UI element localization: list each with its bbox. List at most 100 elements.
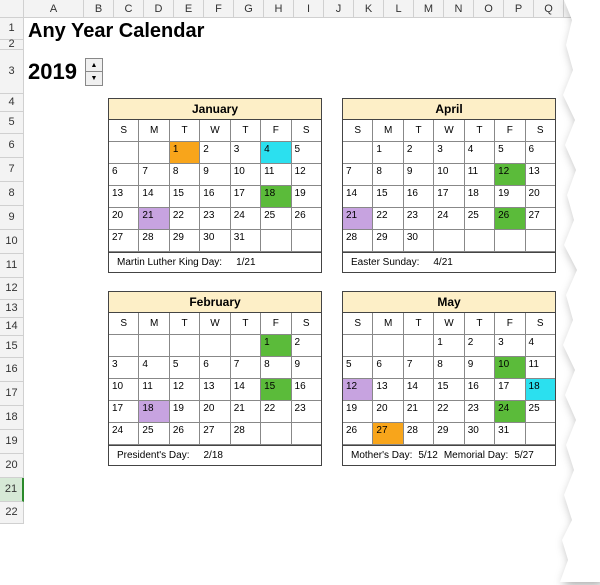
day-cell[interactable]: 8: [373, 164, 403, 186]
day-cell[interactable]: 14: [231, 379, 261, 401]
day-cell[interactable]: 30: [465, 423, 495, 445]
day-cell[interactable]: 13: [109, 186, 139, 208]
day-cell[interactable]: 4: [465, 142, 495, 164]
column-header[interactable]: F: [204, 0, 234, 17]
column-header[interactable]: B: [84, 0, 114, 17]
day-cell[interactable]: 29: [434, 423, 464, 445]
day-cell[interactable]: 9: [404, 164, 434, 186]
day-cell[interactable]: 1: [373, 142, 403, 164]
day-cell[interactable]: [109, 142, 139, 164]
day-cell[interactable]: 15: [434, 379, 464, 401]
day-cell[interactable]: 29: [373, 230, 403, 252]
day-cell[interactable]: 10: [109, 379, 139, 401]
day-cell[interactable]: 1: [434, 335, 464, 357]
row-header[interactable]: 16: [0, 358, 24, 382]
day-cell[interactable]: 22: [170, 208, 200, 230]
day-cell[interactable]: 22: [373, 208, 403, 230]
row-header[interactable]: 1: [0, 18, 24, 40]
column-header[interactable]: J: [324, 0, 354, 17]
day-cell[interactable]: 14: [404, 379, 434, 401]
day-cell[interactable]: 16: [465, 379, 495, 401]
day-cell[interactable]: 3: [495, 335, 525, 357]
day-cell[interactable]: 23: [465, 401, 495, 423]
day-cell[interactable]: 18: [465, 186, 495, 208]
day-cell[interactable]: 25: [139, 423, 169, 445]
row-header[interactable]: 15: [0, 336, 24, 358]
day-cell[interactable]: 4: [526, 335, 555, 357]
day-cell[interactable]: [261, 230, 291, 252]
day-cell[interactable]: [373, 335, 403, 357]
day-cell[interactable]: 16: [292, 379, 321, 401]
row-header[interactable]: 14: [0, 318, 24, 336]
day-cell[interactable]: 14: [139, 186, 169, 208]
day-cell[interactable]: 11: [261, 164, 291, 186]
day-cell[interactable]: [343, 335, 373, 357]
column-header[interactable]: H: [264, 0, 294, 17]
day-cell[interactable]: 7: [343, 164, 373, 186]
day-cell[interactable]: 8: [170, 164, 200, 186]
day-cell[interactable]: 13: [200, 379, 230, 401]
day-cell[interactable]: 2: [404, 142, 434, 164]
day-cell[interactable]: 12: [495, 164, 525, 186]
column-header[interactable]: N: [444, 0, 474, 17]
day-cell[interactable]: [526, 423, 555, 445]
day-cell[interactable]: [292, 423, 321, 445]
day-cell[interactable]: 12: [170, 379, 200, 401]
day-cell[interactable]: 21: [343, 208, 373, 230]
day-cell[interactable]: 20: [526, 186, 555, 208]
day-cell[interactable]: 30: [200, 230, 230, 252]
day-cell[interactable]: [292, 230, 321, 252]
day-cell[interactable]: 8: [434, 357, 464, 379]
row-header[interactable]: 21: [0, 478, 24, 502]
day-cell[interactable]: [139, 335, 169, 357]
day-cell[interactable]: 27: [373, 423, 403, 445]
day-cell[interactable]: 6: [373, 357, 403, 379]
day-cell[interactable]: 26: [292, 208, 321, 230]
day-cell[interactable]: [404, 335, 434, 357]
day-cell[interactable]: 14: [343, 186, 373, 208]
day-cell[interactable]: 18: [526, 379, 555, 401]
day-cell[interactable]: 2: [292, 335, 321, 357]
row-header[interactable]: 18: [0, 406, 24, 430]
day-cell[interactable]: 25: [261, 208, 291, 230]
day-cell[interactable]: 3: [109, 357, 139, 379]
column-header[interactable]: O: [474, 0, 504, 17]
day-cell[interactable]: [200, 335, 230, 357]
day-cell[interactable]: 17: [231, 186, 261, 208]
column-header[interactable]: M: [414, 0, 444, 17]
row-header[interactable]: 17: [0, 382, 24, 406]
day-cell[interactable]: 26: [343, 423, 373, 445]
day-cell[interactable]: 28: [404, 423, 434, 445]
day-cell[interactable]: 27: [109, 230, 139, 252]
column-header[interactable]: Q: [534, 0, 564, 17]
day-cell[interactable]: 22: [434, 401, 464, 423]
row-header[interactable]: 7: [0, 158, 24, 182]
row-header[interactable]: 10: [0, 230, 24, 254]
day-cell[interactable]: 23: [200, 208, 230, 230]
day-cell[interactable]: 10: [495, 357, 525, 379]
day-cell[interactable]: 20: [109, 208, 139, 230]
row-header[interactable]: 4: [0, 94, 24, 112]
day-cell[interactable]: 19: [343, 401, 373, 423]
day-cell[interactable]: 24: [495, 401, 525, 423]
day-cell[interactable]: 18: [261, 186, 291, 208]
day-cell[interactable]: 31: [495, 423, 525, 445]
day-cell[interactable]: 8: [261, 357, 291, 379]
day-cell[interactable]: 17: [495, 379, 525, 401]
day-cell[interactable]: [434, 230, 464, 252]
day-cell[interactable]: 30: [404, 230, 434, 252]
row-header[interactable]: 12: [0, 278, 24, 300]
day-cell[interactable]: [261, 423, 291, 445]
day-cell[interactable]: 1: [170, 142, 200, 164]
day-cell[interactable]: 24: [231, 208, 261, 230]
day-cell[interactable]: 24: [109, 423, 139, 445]
column-header[interactable]: A: [24, 0, 84, 17]
day-cell[interactable]: 6: [200, 357, 230, 379]
day-cell[interactable]: 7: [404, 357, 434, 379]
day-cell[interactable]: 20: [200, 401, 230, 423]
day-cell[interactable]: 5: [495, 142, 525, 164]
day-cell[interactable]: 5: [292, 142, 321, 164]
column-header[interactable]: I: [294, 0, 324, 17]
day-cell[interactable]: 17: [109, 401, 139, 423]
day-cell[interactable]: 22: [261, 401, 291, 423]
